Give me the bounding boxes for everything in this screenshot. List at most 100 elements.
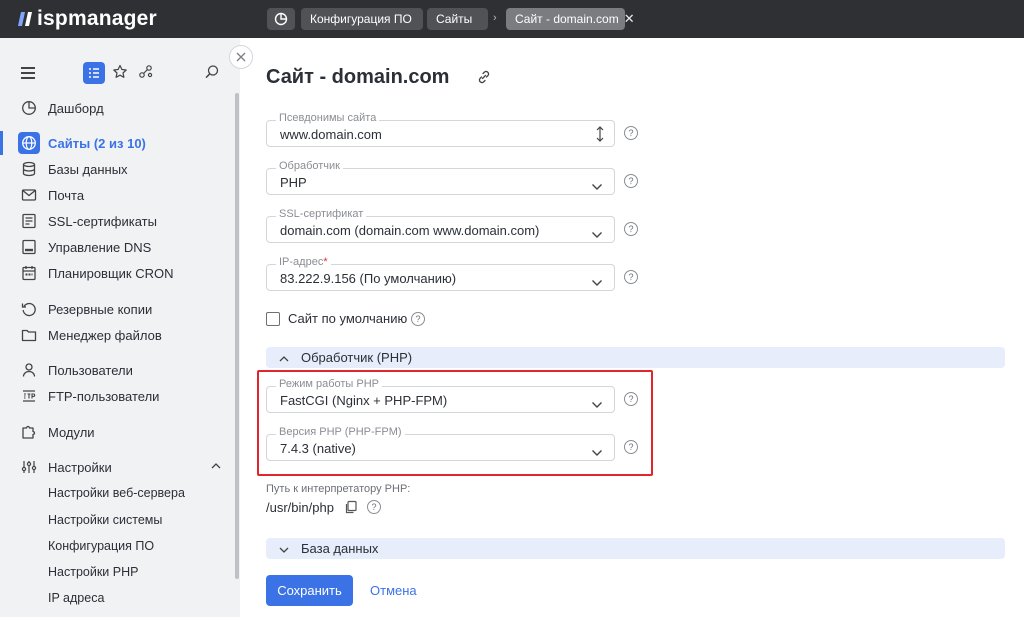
sidebar-item-settings[interactable]: Настройки (0, 455, 235, 479)
sidebar-item-label: Почта (48, 188, 85, 203)
copy-icon[interactable] (344, 500, 358, 519)
section-title: База данных (301, 541, 379, 556)
ftp-icon (21, 388, 37, 404)
sidebar-item-label: Менеджер файлов (48, 328, 162, 343)
menu-icon[interactable] (21, 67, 35, 79)
sidebar-item-label: Управление DNS (48, 240, 152, 255)
search-icon[interactable] (204, 64, 220, 85)
page-title: Сайт - domain.com (266, 66, 450, 88)
handler-label: Обработчик (276, 160, 343, 172)
collapse-sidebar-button[interactable] (229, 45, 253, 69)
workflow-icon[interactable] (138, 64, 154, 85)
sidebar-item-backups[interactable]: Резервные копии (0, 297, 235, 321)
ssl-help-icon[interactable]: ? (624, 222, 638, 236)
sidebar-item-label: Сайты (2 из 10) (48, 136, 146, 151)
chevron-down-icon (278, 543, 290, 561)
folder-icon (21, 327, 37, 343)
breadcrumb-sites[interactable]: Сайты (427, 8, 488, 30)
sidebar-item-ssl[interactable]: SSL-сертификаты (0, 209, 235, 233)
sidebar-item-sites[interactable]: Сайты (2 из 10) (0, 131, 235, 155)
sidebar-subitem-php-settings[interactable]: Настройки PHP (48, 565, 138, 579)
chevron-up-icon (278, 352, 290, 370)
chevron-up-icon[interactable] (210, 460, 222, 475)
aliases-field[interactable]: Псевдонимы сайта www.domain.com (266, 112, 615, 148)
breadcrumb-separator-icon: › (493, 12, 497, 24)
default-site-label[interactable]: Сайт по умолчанию (288, 311, 407, 326)
sidebar-item-ftp-users[interactable]: FTP-пользователи (0, 384, 235, 408)
save-button[interactable]: Сохранить (266, 575, 353, 606)
sidebar-item-databases[interactable]: Базы данных (0, 157, 235, 181)
php-path-label: Путь к интерпретатору PHP: (266, 483, 411, 495)
sidebar-item-label: Пользователи (48, 363, 133, 378)
sidebar-subitem-ip-addresses[interactable]: IP адреса (48, 591, 104, 605)
logo[interactable]: ispmanager (18, 7, 157, 31)
resize-updown-icon[interactable] (595, 125, 605, 148)
breadcrumb-software-config[interactable]: Конфигурация ПО (301, 8, 423, 30)
sidebar-item-dns[interactable]: Управление DNS (0, 235, 235, 259)
calendar-icon (21, 265, 37, 281)
mail-icon (21, 187, 37, 203)
close-tab-icon[interactable]: ✕ (624, 11, 635, 26)
list-view-icon[interactable] (83, 62, 105, 84)
ip-help-icon[interactable]: ? (624, 270, 638, 284)
ssl-label: SSL-сертификат (276, 208, 367, 220)
backup-icon (21, 301, 37, 317)
top-bar: ispmanager Конфигурация ПО Сайты › Сайт … (0, 0, 1024, 38)
handler-select[interactable]: Обработчик PHP (266, 160, 615, 196)
logo-text: ispmanager (37, 7, 157, 30)
sidebar-subitem-webserver-settings[interactable]: Настройки веб-сервера (48, 486, 185, 500)
default-site-checkbox[interactable] (266, 312, 280, 326)
sidebar-toolbar (0, 58, 235, 88)
section-php-handler[interactable]: Обработчик (PHP) (266, 347, 1005, 368)
settings-icon (21, 459, 37, 475)
aliases-value: www.domain.com (280, 127, 382, 142)
php-path-help-icon[interactable]: ? (367, 500, 381, 514)
sidebar-item-label: Планировщик CRON (48, 266, 174, 281)
dashboard-icon (21, 100, 37, 116)
sidebar-subitem-system-settings[interactable]: Настройки системы (48, 513, 162, 527)
sidebar-item-users[interactable]: Пользователи (0, 358, 235, 382)
chevron-down-icon (591, 274, 603, 292)
database-icon (21, 161, 37, 177)
sidebar-item-label: Модули (48, 425, 95, 440)
chevron-down-icon (591, 226, 603, 244)
favorites-star-icon[interactable] (112, 64, 128, 85)
sidebar-scrollbar[interactable] (235, 93, 239, 579)
sidebar-item-label: Дашборд (48, 101, 104, 116)
breadcrumb-current-site[interactable]: Сайт - domain.com ✕ (506, 8, 635, 30)
link-icon[interactable] (476, 69, 492, 90)
ip-label: IP-адрес* (276, 256, 331, 268)
sidebar-item-cron[interactable]: Планировщик CRON (0, 261, 235, 285)
certificate-icon (21, 213, 37, 229)
sidebar-item-label: Настройки (48, 460, 112, 475)
sidebar-item-mail[interactable]: Почта (0, 183, 235, 207)
sidebar-item-label: Резервные копии (48, 302, 153, 317)
handler-help-icon[interactable]: ? (624, 174, 638, 188)
sidebar-item-file-manager[interactable]: Менеджер файлов (0, 323, 235, 347)
handler-value: PHP (280, 175, 307, 190)
default-site-help-icon[interactable]: ? (411, 312, 425, 326)
section-database[interactable]: База данных (266, 538, 1005, 559)
sidebar-item-dashboard[interactable]: Дашборд (0, 96, 235, 120)
section-title: Обработчик (PHP) (301, 350, 413, 365)
aliases-label: Псевдонимы сайта (276, 112, 380, 124)
puzzle-icon (21, 424, 37, 440)
aliases-help-icon[interactable]: ? (624, 126, 638, 140)
sidebar-subitem-software-config[interactable]: Конфигурация ПО (48, 539, 154, 553)
chevron-down-icon (591, 178, 603, 196)
ssl-select[interactable]: SSL-сертификат domain.com (domain.com ww… (266, 208, 615, 244)
user-icon (21, 362, 37, 378)
ip-label-text: IP-адрес (279, 256, 324, 268)
dns-icon (21, 239, 37, 255)
cancel-button[interactable]: Отмена (370, 583, 417, 598)
dashboard-shortcut-icon[interactable] (267, 8, 295, 30)
ip-value: 83.222.9.156 (По умолчанию) (280, 271, 457, 286)
sidebar-item-modules[interactable]: Модули (0, 420, 235, 444)
ssl-value: domain.com (domain.com www.domain.com) (280, 223, 540, 238)
required-mark: * (323, 256, 328, 268)
logo-mark-icon (18, 12, 34, 26)
ip-select[interactable]: IP-адрес* 83.222.9.156 (По умолчанию) (266, 256, 615, 292)
annotation-highlight-box (257, 370, 653, 476)
php-path-value: /usr/bin/php (266, 500, 334, 515)
sidebar-item-label: SSL-сертификаты (48, 214, 157, 229)
